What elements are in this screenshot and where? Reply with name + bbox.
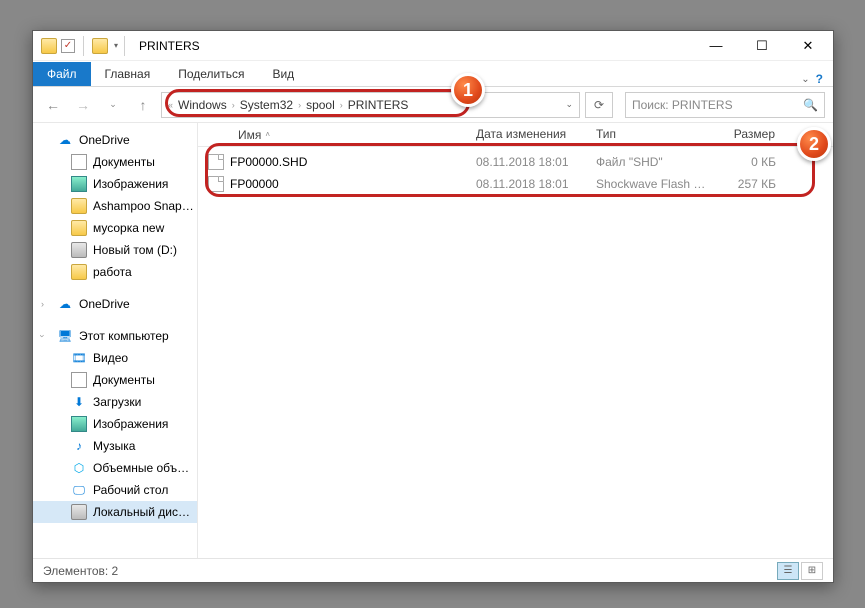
crumb-windows[interactable]: Windows xyxy=(175,96,230,114)
crumb-spool[interactable]: spool xyxy=(303,96,338,114)
address-dropdown-icon[interactable]: ⌄ xyxy=(565,99,573,110)
ribbon-expand-icon[interactable]: ⌄ xyxy=(801,74,809,85)
sidebar-video[interactable]: 🎞Видео xyxy=(33,347,197,369)
crumb-system32[interactable]: System32 xyxy=(237,96,296,114)
sidebar-images-1[interactable]: Изображения xyxy=(33,173,197,195)
search-input[interactable]: Поиск: PRINTERS 🔍 xyxy=(625,92,825,118)
crumb-printers[interactable]: PRINTERS xyxy=(345,96,412,114)
sidebar-3d-objects[interactable]: ⬡Объемные объ… xyxy=(33,457,197,479)
close-button[interactable]: ✕ xyxy=(785,31,831,61)
maximize-button[interactable]: ☐ xyxy=(739,31,785,61)
minimize-button[interactable]: — xyxy=(693,31,739,61)
view-large-icons-button[interactable]: ⊞ xyxy=(801,562,823,580)
sidebar-new-volume-d[interactable]: Новый том (D:) xyxy=(33,239,197,261)
sidebar-this-pc[interactable]: ›🖥Этот компьютер xyxy=(33,325,197,347)
file-list[interactable]: FP00000.SHD 08.11.2018 18:01 Файл "SHD" … xyxy=(198,147,833,199)
file-size: 257 КБ xyxy=(708,177,788,191)
navigation-pane[interactable]: ☁OneDrive Документы Изображения Ashampoo… xyxy=(33,123,198,558)
sidebar-images-2[interactable]: Изображения xyxy=(33,413,197,435)
sidebar-work[interactable]: работа xyxy=(33,261,197,283)
sidebar-ashampoo[interactable]: Ashampoo Snap… xyxy=(33,195,197,217)
column-size[interactable]: Размер xyxy=(708,123,788,146)
address-bar[interactable]: « Windows › System32 › spool › PRINTERS … xyxy=(161,92,580,118)
crumb-prefix: « xyxy=(168,100,173,110)
titlebar[interactable]: ✓ ▾ PRINTERS — ☐ ✕ xyxy=(33,31,833,61)
sidebar-local-disk[interactable]: Локальный дис… xyxy=(33,501,197,523)
refresh-button[interactable]: ⟳ xyxy=(585,92,613,118)
forward-button[interactable]: → xyxy=(71,93,95,117)
file-type: Файл "SHD" xyxy=(588,155,708,169)
sidebar-music[interactable]: ♪Музыка xyxy=(33,435,197,457)
file-date: 08.11.2018 18:01 xyxy=(468,177,588,191)
sort-indicator-icon: ˄ xyxy=(265,130,270,139)
file-name: FP00000.SHD xyxy=(230,155,307,169)
column-name[interactable]: Имя˄ xyxy=(198,123,468,146)
qat-dropdown-icon[interactable]: ▾ xyxy=(114,41,118,50)
tab-view[interactable]: Вид xyxy=(258,62,308,86)
explorer-window: ✓ ▾ PRINTERS — ☐ ✕ Файл Главная Поделить… xyxy=(32,30,834,583)
column-type[interactable]: Тип xyxy=(588,123,708,146)
sidebar-onedrive-personal[interactable]: ☁OneDrive xyxy=(33,129,197,151)
file-row[interactable]: FP00000.SHD 08.11.2018 18:01 Файл "SHD" … xyxy=(198,151,833,173)
file-size: 0 КБ xyxy=(708,155,788,169)
sidebar-downloads[interactable]: ⬇Загрузки xyxy=(33,391,197,413)
file-date: 08.11.2018 18:01 xyxy=(468,155,588,169)
file-icon xyxy=(208,176,224,192)
tab-home[interactable]: Главная xyxy=(91,62,165,86)
search-placeholder: Поиск: PRINTERS xyxy=(632,98,733,112)
folder-icon xyxy=(41,38,57,54)
column-headers: Имя˄ Дата изменения Тип Размер xyxy=(198,123,833,147)
window-title: PRINTERS xyxy=(139,39,200,53)
quick-access-toolbar: ✓ ▾ xyxy=(41,36,118,56)
sidebar-documents-1[interactable]: Документы xyxy=(33,151,197,173)
file-row[interactable]: FP00000 08.11.2018 18:01 Shockwave Flash… xyxy=(198,173,833,195)
sidebar-documents-2[interactable]: Документы xyxy=(33,369,197,391)
navigation-row: ← → ⌄ ↑ « Windows › System32 › spool › P… xyxy=(33,87,833,123)
qat-folder-icon[interactable] xyxy=(92,38,108,54)
file-name: FP00000 xyxy=(230,177,279,191)
tab-file[interactable]: Файл xyxy=(33,62,91,86)
sidebar-trash-new[interactable]: мусорка new xyxy=(33,217,197,239)
content-pane: Имя˄ Дата изменения Тип Размер FP00000.S… xyxy=(198,123,833,558)
back-button[interactable]: ← xyxy=(41,93,65,117)
status-bar: Элементов: 2 ☰ ⊞ xyxy=(33,558,833,582)
up-button[interactable]: ↑ xyxy=(131,93,155,117)
search-icon[interactable]: 🔍 xyxy=(803,98,818,112)
window-controls: — ☐ ✕ xyxy=(693,31,831,61)
sidebar-onedrive-2[interactable]: ›☁OneDrive xyxy=(33,293,197,315)
help-icon[interactable]: ? xyxy=(816,72,823,86)
ribbon-tabs: Файл Главная Поделиться Вид ⌄ ? xyxy=(33,61,833,87)
view-details-button[interactable]: ☰ xyxy=(777,562,799,580)
status-element-count: Элементов: 2 xyxy=(43,564,118,578)
title-divider xyxy=(124,36,125,56)
sidebar-desktop[interactable]: 🖵Рабочий стол xyxy=(33,479,197,501)
qat-properties-icon[interactable]: ✓ xyxy=(61,39,75,53)
file-type: Shockwave Flash … xyxy=(588,177,708,191)
recent-dropdown[interactable]: ⌄ xyxy=(101,93,125,117)
tab-share[interactable]: Поделиться xyxy=(164,62,258,86)
file-icon xyxy=(208,154,224,170)
qat-divider xyxy=(83,36,84,56)
column-date[interactable]: Дата изменения xyxy=(468,123,588,146)
